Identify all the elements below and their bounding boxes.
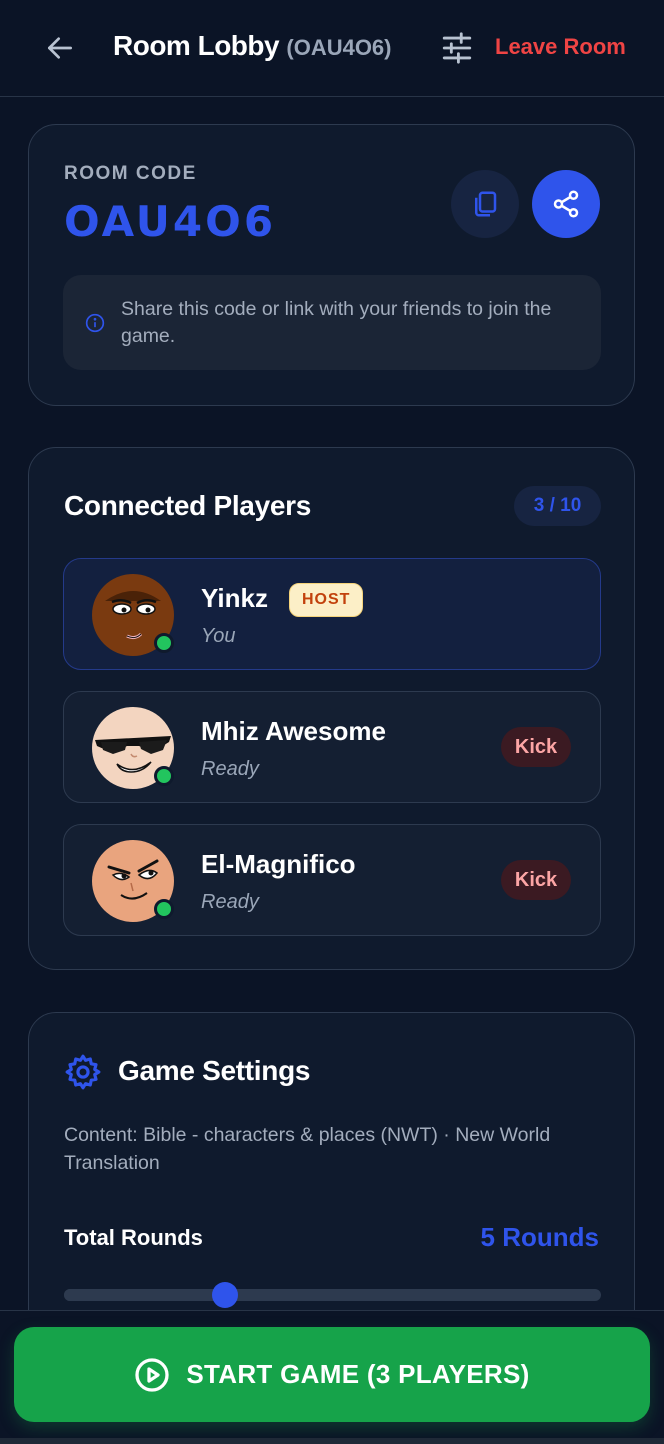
rounds-slider-thumb[interactable] <box>212 1282 239 1308</box>
back-button[interactable] <box>42 30 78 66</box>
player-row: Mhiz Awesome Ready Kick <box>63 691 601 803</box>
player-status: Ready <box>201 891 259 913</box>
room-code-value: OAU4O6 <box>64 197 277 246</box>
settings-title: Game Settings <box>118 1055 311 1086</box>
top-bar: Room Lobby (OAU4O6) Leave Room <box>0 0 664 97</box>
leave-room-button[interactable]: Leave Room <box>495 34 626 60</box>
settings-button[interactable] <box>438 30 476 66</box>
page-title: Room Lobby (OAU4O6) <box>113 30 392 62</box>
online-status-dot <box>154 899 174 919</box>
copy-icon <box>475 191 497 217</box>
players-title: Connected Players <box>64 490 311 521</box>
play-circle-icon <box>135 1357 170 1392</box>
rounds-slider-fill <box>64 1289 226 1301</box>
player-name: Mhiz Awesome <box>201 716 386 746</box>
online-status-dot <box>154 633 174 653</box>
info-text: Share this code or link with your friend… <box>121 298 552 347</box>
info-icon <box>85 313 105 333</box>
room-code-card: ROOM CODE OAU4O6 Share this code or link… <box>28 124 635 406</box>
arrow-left-icon <box>48 37 72 59</box>
player-name: Yinkz <box>201 583 268 613</box>
player-status: You <box>201 625 236 647</box>
player-name: El-Magnifico <box>201 849 356 879</box>
start-game-button[interactable]: START GAME (3 PLAYERS) <box>14 1327 650 1422</box>
player-row-host: Yinkz HOST You <box>63 558 601 670</box>
online-status-dot <box>154 766 174 786</box>
sliders-icon <box>442 32 472 64</box>
total-rounds-value: 5 Rounds <box>480 1222 599 1252</box>
player-count-badge: 3 / 10 <box>514 486 601 526</box>
start-game-label: START GAME (3 PLAYERS) <box>186 1359 530 1389</box>
player-status: Ready <box>201 758 259 780</box>
share-button[interactable] <box>532 170 600 238</box>
connected-players-card: Connected Players 3 / 10 Yinkz HOST You <box>28 447 635 970</box>
content-description: Content: Bible - characters & places (NW… <box>64 1124 551 1174</box>
share-icon <box>553 190 579 218</box>
kick-button[interactable]: Kick <box>501 727 571 767</box>
gear-icon <box>65 1054 101 1090</box>
kick-button[interactable]: Kick <box>501 860 571 900</box>
total-rounds-label: Total Rounds <box>64 1225 203 1250</box>
page-title-text: Room Lobby <box>113 30 280 61</box>
room-code-label: ROOM CODE <box>64 163 197 184</box>
info-box: Share this code or link with your friend… <box>63 275 601 370</box>
rounds-slider[interactable] <box>64 1282 601 1308</box>
page-title-room-code: (OAU4O6) <box>286 35 392 60</box>
bottom-action-bar: START GAME (3 PLAYERS) <box>0 1310 664 1444</box>
player-row: El-Magnifico Ready Kick <box>63 824 601 936</box>
home-indicator <box>0 1438 664 1444</box>
host-badge: HOST <box>289 583 364 617</box>
copy-code-button[interactable] <box>451 170 519 238</box>
